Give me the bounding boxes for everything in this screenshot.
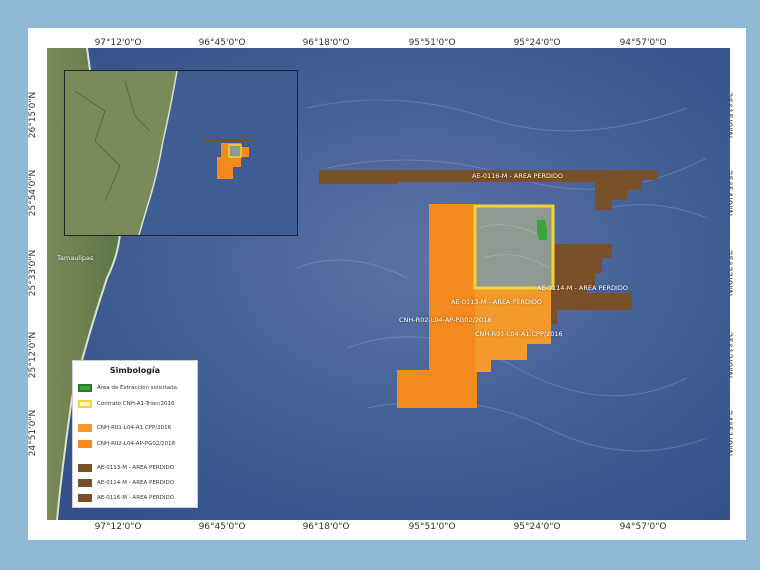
left-tick: 25°12'0"N [28,331,39,379]
legend-item: Área de Extracción solicitada [78,383,177,393]
legend-swatch [78,400,92,408]
bottom-tick: 96°18'0"O [302,522,350,532]
legend-label: AE-0113-M - AREA PERDIDO [97,465,175,471]
legend-label: Área de Extracción solicitada [97,385,177,391]
top-tick: 97°12'0"O [94,38,142,48]
label-ae0113: AE-0113-M - AREA PERDIDO [451,298,543,306]
label-ae0116: AE-0116-M - AREA PERDIDO [472,172,564,180]
top-tick: 96°45'0"O [198,38,246,48]
inset-map[interactable] [64,70,298,236]
top-tick: 96°18'0"O [302,38,350,48]
legend-item: AE-0113-M - AREA PERDIDO [78,463,174,473]
left-tick: 26°15'0"N [28,91,39,139]
legend-swatch [78,440,92,448]
top-tick: 94°57'0"O [619,38,667,48]
legend-label: CNH-R01-L04-A1.CPP/2016 [97,425,172,431]
legend-swatch [78,479,92,487]
legend-label: AE-0114-M - AREA PERDIDO [97,480,175,486]
top-tick: 95°51'0"O [408,38,456,48]
legend-item: Contrato CNH-A1-Trion/2016 [78,399,175,409]
left-tick: 25°33'0"N [28,249,39,297]
bottom-tick: 97°12'0"O [94,522,142,532]
legend-item: AE-0116-M - AREA PERDIDO [78,493,174,503]
bottom-tick: 94°57'0"O [619,522,667,532]
label-cnh-r02: CNH-R02-L04-AP-PG02/2018 [399,316,492,324]
map-legend: Simbología Área de Extracción solicitada… [72,360,198,508]
legend-item: CNH-R01-L04-A1.CPP/2016 [78,423,171,433]
legend-label: CNH-R02-L04-AP-PG02/2018 [97,441,176,447]
bottom-tick: 96°45'0"O [198,522,246,532]
label-tamaulipas: Tamaulipas [57,254,94,262]
contract-trion-block[interactable] [473,204,555,290]
legend-item: CNH-R02-L04-AP-PG02/2018 [78,439,175,449]
bottom-tick: 95°51'0"O [408,522,456,532]
legend-swatch [78,384,92,392]
legend-swatch [78,494,92,502]
legend-item: AE-0114-M - AREA PERDIDO [78,478,174,488]
legend-swatch [78,464,92,472]
left-tick: 25°54'0"N [28,169,39,217]
left-tick: 24°51'0"N [28,409,39,457]
legend-label: Contrato CNH-A1-Trion/2016 [97,401,175,407]
legend-swatch [78,424,92,432]
top-tick: 95°24'0"O [513,38,561,48]
inset-contract [228,144,242,158]
label-ae0114: AE-0114-M - AREA PERDIDO [537,284,629,292]
inset-canvas [65,71,297,235]
label-cnh-r01: CNH-R01-L04-A1.CPP/2016 [475,330,563,338]
legend-label: AE-0116-M - AREA PERDIDO [97,495,175,501]
inset-ae-strip [203,139,253,141]
extraction-area[interactable] [537,220,547,240]
legend-title: Simbología [109,366,161,375]
bottom-tick: 95°24'0"O [513,522,561,532]
